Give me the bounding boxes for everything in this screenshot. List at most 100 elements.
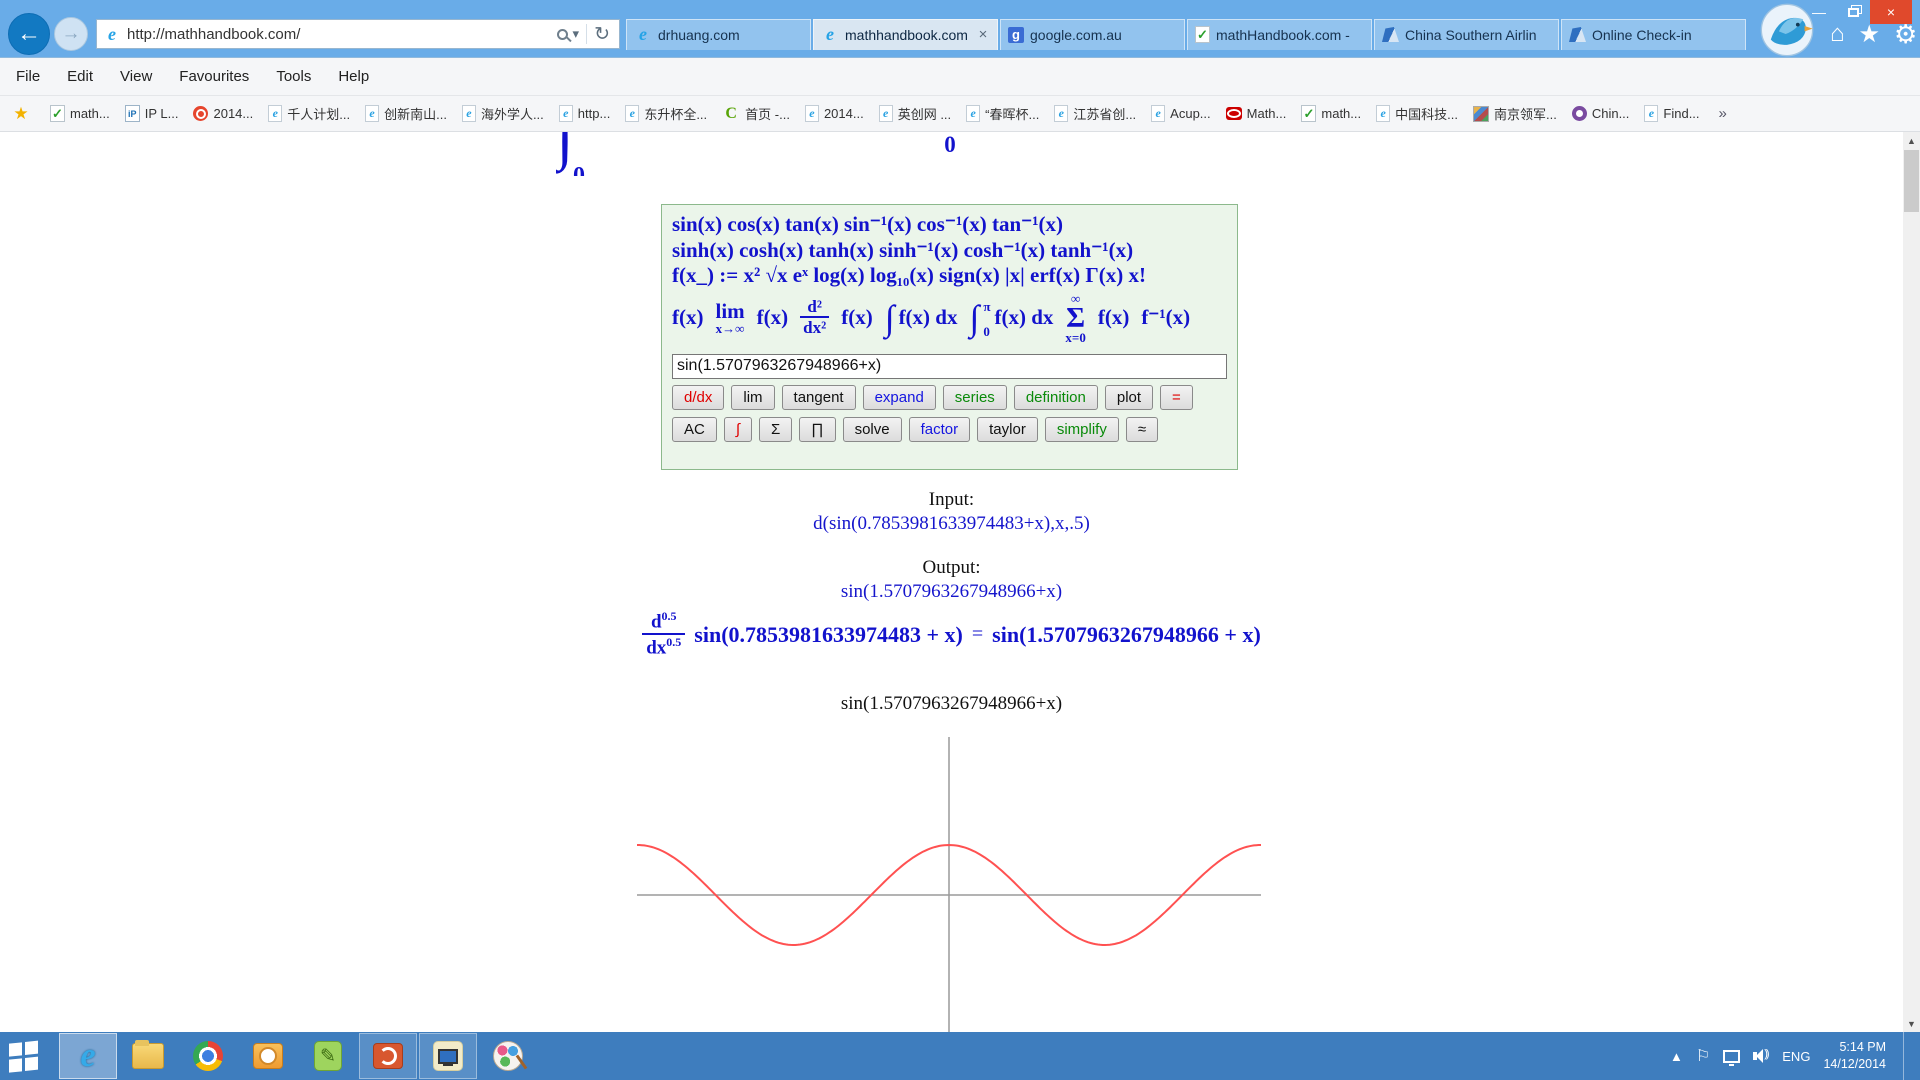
- favorite-label: 首页 -...: [745, 104, 790, 123]
- refresh-icon[interactable]: ↻: [591, 23, 613, 46]
- favorite-item[interactable]: 2014...: [193, 106, 253, 121]
- menu-item[interactable]: Tools: [276, 68, 311, 85]
- taskbar: ▲ ⚐ )) ENG 5:14 PM 14/12/2014: [0, 1032, 1920, 1080]
- calc-button[interactable]: simplify: [1045, 417, 1119, 442]
- calc-button[interactable]: lim: [731, 385, 774, 410]
- calc-button[interactable]: ≈: [1126, 417, 1158, 442]
- vertical-scrollbar[interactable]: ▲ ▼: [1903, 132, 1920, 1032]
- favorite-item[interactable]: http...: [559, 105, 611, 122]
- favorite-item[interactable]: math...: [1301, 105, 1361, 122]
- favorites-star-icon[interactable]: ★: [1859, 20, 1881, 49]
- calc-button[interactable]: expand: [863, 385, 936, 410]
- tab-favicon: [1569, 27, 1586, 42]
- favorite-item[interactable]: IP L...: [125, 105, 179, 122]
- favorite-item[interactable]: 中国科技...: [1376, 104, 1458, 123]
- calc-button[interactable]: solve: [843, 417, 902, 442]
- start-button[interactable]: [0, 1032, 58, 1080]
- favorite-item[interactable]: 南京领军...: [1473, 104, 1557, 123]
- menu-item[interactable]: File: [16, 68, 40, 85]
- favorite-item[interactable]: 英创网 ...: [879, 104, 951, 123]
- taskbar-app[interactable]: [359, 1033, 417, 1079]
- settings-gear-icon[interactable]: ⚙: [1894, 19, 1917, 50]
- back-button[interactable]: ←: [8, 13, 50, 55]
- favorite-item[interactable]: [12, 105, 35, 123]
- scrollbar-thumb[interactable]: [1904, 150, 1919, 212]
- scroll-down-arrow[interactable]: ▼: [1903, 1015, 1920, 1032]
- taskbar-app[interactable]: [419, 1033, 477, 1079]
- language-indicator[interactable]: ENG: [1782, 1049, 1810, 1064]
- favorite-item[interactable]: 海外学人...: [462, 104, 544, 123]
- tab[interactable]: mathhandbook.com ×: [813, 19, 998, 50]
- favorites-overflow-chevron[interactable]: »: [1719, 105, 1727, 122]
- favorite-favicon: [365, 105, 379, 122]
- url-text[interactable]: http://mathhandbook.com/: [127, 26, 555, 43]
- taskbar-app[interactable]: [299, 1033, 357, 1079]
- favorites-list: math... IP L... 2014... 千人计划...: [12, 104, 1715, 123]
- calc-button[interactable]: =: [1160, 385, 1193, 410]
- favorite-favicon: [1473, 106, 1489, 122]
- calc-button[interactable]: factor: [909, 417, 971, 442]
- menu-item[interactable]: Edit: [67, 68, 93, 85]
- tab[interactable]: mathHandbook.com -…: [1187, 19, 1372, 50]
- favorite-item[interactable]: 千人计划...: [268, 104, 350, 123]
- favorite-item[interactable]: 江苏省创...: [1054, 104, 1136, 123]
- favorite-item[interactable]: Chin...: [1572, 106, 1630, 121]
- calc-button[interactable]: tangent: [782, 385, 856, 410]
- taskbar-app-icon: [253, 1043, 283, 1069]
- tab[interactable]: Online Check-in: [1561, 19, 1746, 50]
- hidden-icons-arrow[interactable]: ▲: [1670, 1049, 1683, 1064]
- menu-item[interactable]: Help: [338, 68, 369, 85]
- favorite-item[interactable]: Math...: [1226, 106, 1287, 121]
- favorite-item[interactable]: Find...: [1644, 105, 1699, 122]
- network-icon[interactable]: [1723, 1050, 1740, 1063]
- calc-button[interactable]: definition: [1014, 385, 1098, 410]
- favorite-favicon: [722, 105, 740, 123]
- fx-term: f(x): [672, 305, 703, 330]
- calc-button[interactable]: ∫: [724, 417, 752, 442]
- clock[interactable]: 5:14 PM 14/12/2014: [1823, 1039, 1886, 1073]
- integral-lower-limit: 0: [573, 163, 585, 176]
- address-bar[interactable]: http://mathhandbook.com/ ▾ ↻: [96, 19, 620, 49]
- favorite-item[interactable]: 创新南山...: [365, 104, 447, 123]
- tab[interactable]: China Southern Airline…: [1374, 19, 1559, 50]
- calc-button[interactable]: ∏: [799, 417, 835, 442]
- favorite-item[interactable]: 东升杯全...: [625, 104, 707, 123]
- expression-input[interactable]: [672, 354, 1227, 379]
- calc-button[interactable]: Σ: [759, 417, 792, 442]
- taskbar-app[interactable]: [239, 1033, 297, 1079]
- search-icon[interactable]: [557, 29, 568, 40]
- button-row-1: d/dx lim tangent expand series definitio…: [672, 385, 1227, 410]
- favorite-item[interactable]: Acup...: [1151, 105, 1210, 122]
- calc-button[interactable]: d/dx: [672, 385, 724, 410]
- forward-button[interactable]: →: [54, 17, 88, 51]
- taskbar-app-icon: [314, 1041, 342, 1071]
- taskbar-app[interactable]: [179, 1033, 237, 1079]
- favorite-item[interactable]: math...: [50, 105, 110, 122]
- tab-close-icon[interactable]: ×: [976, 26, 990, 43]
- button-row-2: AC ∫ Σ ∏ solve factor taylor simplify ≈: [672, 417, 1227, 442]
- favorite-label: Find...: [1663, 106, 1699, 121]
- home-icon[interactable]: ⌂: [1830, 20, 1845, 48]
- show-desktop-button[interactable]: [1903, 1032, 1908, 1080]
- taskbar-app[interactable]: [119, 1033, 177, 1079]
- scroll-up-arrow[interactable]: ▲: [1903, 132, 1920, 149]
- action-center-flag-icon[interactable]: ⚐: [1696, 1046, 1710, 1066]
- favorite-item[interactable]: “春晖杯...: [966, 104, 1039, 123]
- calc-button[interactable]: taylor: [977, 417, 1038, 442]
- tab-favicon: [1382, 27, 1399, 42]
- favorite-item[interactable]: 2014...: [805, 105, 864, 122]
- tab[interactable]: google.com.au: [1000, 19, 1185, 50]
- calc-button[interactable]: series: [943, 385, 1007, 410]
- menu-item[interactable]: View: [120, 68, 152, 85]
- output-label: Output:: [0, 557, 1903, 579]
- menu-item[interactable]: Favourites: [179, 68, 249, 85]
- calc-button[interactable]: plot: [1105, 385, 1153, 410]
- tab[interactable]: drhuang.com: [626, 19, 811, 50]
- trig-functions-line: sin(x) cos(x) tan(x) sin⁻¹(x) cos⁻¹(x) t…: [672, 212, 1227, 238]
- calc-button[interactable]: AC: [672, 417, 717, 442]
- tab-label: Online Check-in: [1592, 27, 1724, 43]
- taskbar-app[interactable]: [479, 1033, 537, 1079]
- volume-icon[interactable]: )): [1753, 1049, 1769, 1063]
- taskbar-app[interactable]: [59, 1033, 117, 1079]
- favorite-item[interactable]: 首页 -...: [722, 104, 790, 123]
